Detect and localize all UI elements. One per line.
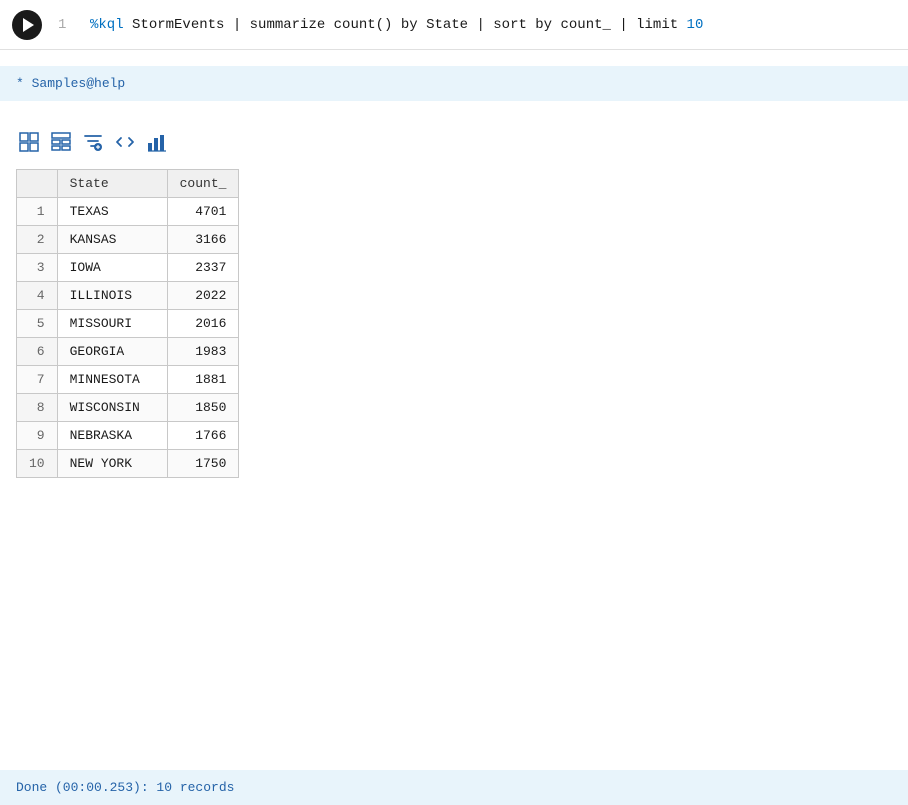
state-cell: ILLINOIS <box>57 282 167 310</box>
state-cell: WISCONSIN <box>57 394 167 422</box>
code-number: 10 <box>687 17 704 33</box>
row-number-cell: 1 <box>17 198 58 226</box>
count-cell: 1766 <box>167 422 239 450</box>
filter-results-icon[interactable] <box>80 129 106 155</box>
row-number-cell: 3 <box>17 254 58 282</box>
row-number-cell: 6 <box>17 338 58 366</box>
state-cell: MINNESOTA <box>57 366 167 394</box>
code-editor-bar: 1 %kql StormEvents | summarize count() b… <box>0 0 908 50</box>
page-wrapper: 1 %kql StormEvents | summarize count() b… <box>0 0 908 805</box>
code-keyword: %kql <box>90 17 124 33</box>
state-column-header: State <box>57 170 167 198</box>
code-body: StormEvents | summarize count() by State… <box>132 17 560 33</box>
results-table: State count_ 1TEXAS47012KANSAS31663IOWA2… <box>16 169 239 478</box>
count-cell: 1750 <box>167 450 239 478</box>
row-number-cell: 5 <box>17 310 58 338</box>
sample-info-bar: * Samples@help <box>0 66 908 101</box>
table-row: 6GEORGIA1983 <box>17 338 239 366</box>
table-row: 5MISSOURI2016 <box>17 310 239 338</box>
row-number-cell: 10 <box>17 450 58 478</box>
table-view-icon[interactable] <box>16 129 42 155</box>
state-cell: NEBRASKA <box>57 422 167 450</box>
count-cell: 2337 <box>167 254 239 282</box>
row-number-cell: 9 <box>17 422 58 450</box>
state-cell: GEORGIA <box>57 338 167 366</box>
table-row: 10NEW YORK1750 <box>17 450 239 478</box>
count-cell: 1881 <box>167 366 239 394</box>
state-cell: NEW YORK <box>57 450 167 478</box>
count-cell: 2016 <box>167 310 239 338</box>
count-cell: 4701 <box>167 198 239 226</box>
count-cell: 1850 <box>167 394 239 422</box>
table-row: 3IOWA2337 <box>17 254 239 282</box>
code-view-toggle-icon[interactable] <box>112 129 138 155</box>
row-number-cell: 8 <box>17 394 58 422</box>
state-cell: TEXAS <box>57 198 167 226</box>
sample-text: * Samples@help <box>16 76 125 91</box>
table-row: 7MINNESOTA1881 <box>17 366 239 394</box>
table-row: 9NEBRASKA1766 <box>17 422 239 450</box>
count-cell: 3166 <box>167 226 239 254</box>
code-text: %kql StormEvents | summarize count() by … <box>90 17 703 33</box>
status-bar: Done (00:00.253): 10 records <box>0 770 908 805</box>
table-row: 4ILLINOIS2022 <box>17 282 239 310</box>
result-toolbar <box>16 125 892 159</box>
row-number-cell: 7 <box>17 366 58 394</box>
main-content: State count_ 1TEXAS47012KANSAS31663IOWA2… <box>0 117 908 494</box>
code-highlight: count_ <box>561 17 611 33</box>
code-rest: | limit <box>611 17 687 33</box>
row-number-cell: 2 <box>17 226 58 254</box>
chart-view-icon[interactable] <box>144 129 170 155</box>
table-row: 1TEXAS4701 <box>17 198 239 226</box>
count-cell: 2022 <box>167 282 239 310</box>
line-number: 1 <box>58 17 74 33</box>
count-column-header: count_ <box>167 170 239 198</box>
state-cell: IOWA <box>57 254 167 282</box>
table-header-row: State count_ <box>17 170 239 198</box>
table-row: 8WISCONSIN1850 <box>17 394 239 422</box>
state-cell: KANSAS <box>57 226 167 254</box>
table-row: 2KANSAS3166 <box>17 226 239 254</box>
row-num-header <box>17 170 58 198</box>
row-number-cell: 4 <box>17 282 58 310</box>
state-cell: MISSOURI <box>57 310 167 338</box>
status-text: Done (00:00.253): 10 records <box>16 780 234 795</box>
pivot-icon[interactable] <box>48 129 74 155</box>
count-cell: 1983 <box>167 338 239 366</box>
run-button[interactable] <box>12 10 42 40</box>
